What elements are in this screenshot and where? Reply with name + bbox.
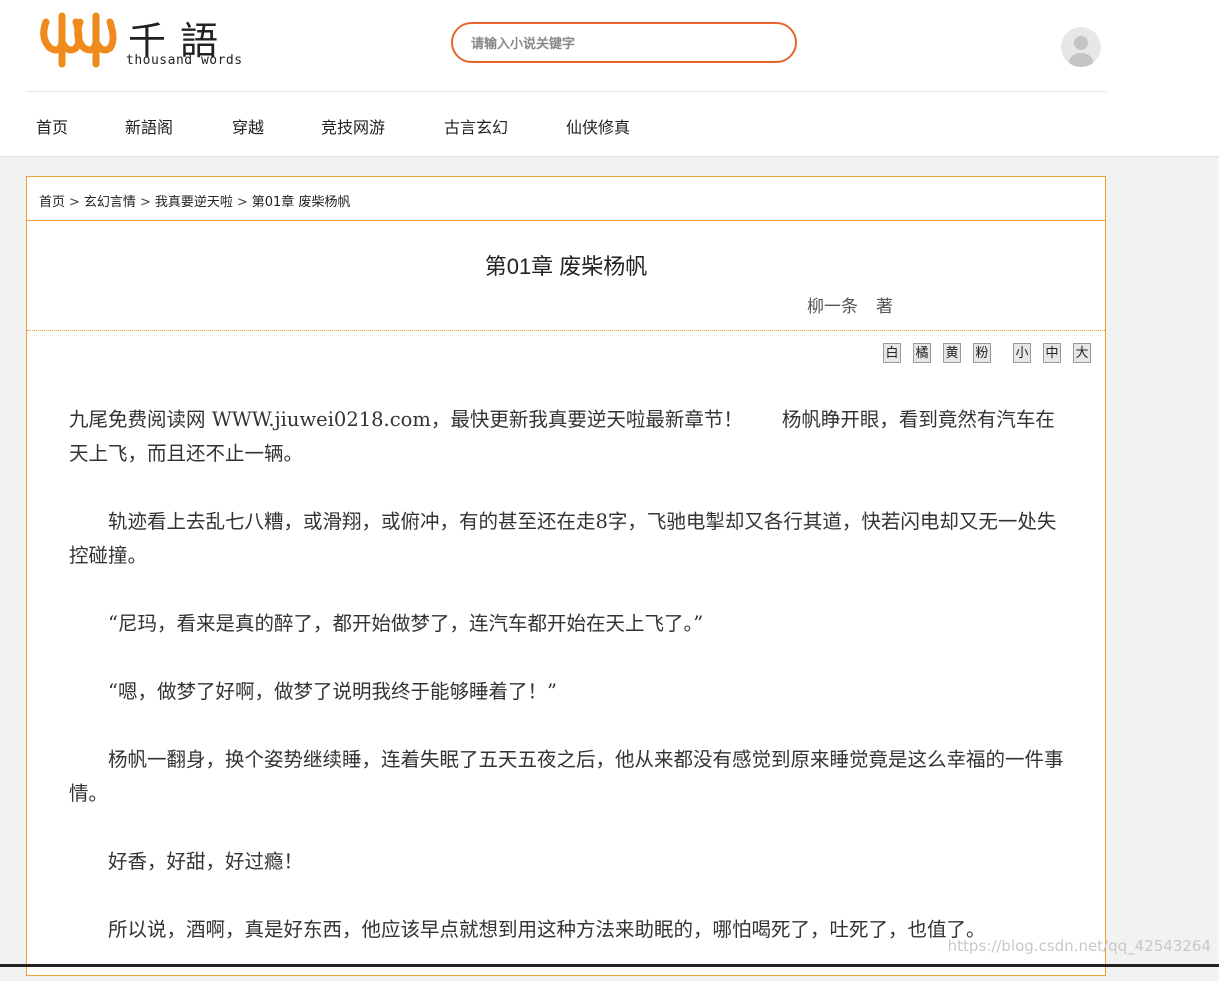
author-name[interactable]: 柳一条 — [807, 297, 858, 317]
nav-item-xianxia[interactable]: 仙侠修真 — [566, 114, 630, 138]
paragraph: “尼玛，看来是真的醉了，都开始做梦了，连汽车都开始在天上飞了。” — [69, 612, 704, 635]
search-input[interactable] — [469, 32, 783, 56]
paragraph: 九尾免费阅读网 WWW.jiuwei0218.com，最快更新我真要逆天啦最新章… — [69, 408, 1055, 465]
paragraph: 轨迹看上去乱七八糟，或滑翔，或俯冲，有的甚至还在走8字，飞驰电掣却又各行其道，快… — [69, 510, 1057, 567]
font-small-button[interactable]: 小 — [1013, 343, 1031, 363]
theme-orange-button[interactable]: 橘 — [913, 343, 931, 363]
nav-item-chuanyue[interactable]: 穿越 — [232, 114, 264, 138]
font-large-button[interactable]: 大 — [1073, 343, 1091, 363]
theme-pink-button[interactable]: 粉 — [973, 343, 991, 363]
nav-item-jingji[interactable]: 竞技网游 — [321, 114, 385, 138]
font-medium-button[interactable]: 中 — [1043, 343, 1061, 363]
breadcrumb-home[interactable]: 首页 — [39, 195, 65, 210]
breadcrumb-separator: > — [69, 195, 80, 210]
breadcrumb-category[interactable]: 玄幻言情 — [84, 195, 136, 210]
main-nav: 首页 新語阁 穿越 竞技网游 古言玄幻 仙侠修真 — [0, 114, 1219, 138]
breadcrumb-current: 第01章 废柴杨帆 — [251, 195, 351, 210]
author-suffix: 著 — [876, 297, 893, 317]
nav-item-xinyuge[interactable]: 新語阁 — [125, 114, 173, 138]
paragraph: 好香，好甜，好过瘾！ — [69, 850, 304, 873]
breadcrumb-separator: > — [236, 195, 248, 210]
title-divider — [27, 330, 1105, 331]
author-line: 柳一条著 — [807, 292, 893, 317]
site-header: 千語 thousand words 首页 新語阁 穿越 竞技网游 古言玄幻 仙侠… — [0, 0, 1219, 157]
user-silhouette-icon — [1069, 36, 1093, 67]
chapter-text: 九尾免费阅读网 WWW.jiuwei0218.com，最快更新我真要逆天啦最新章… — [69, 403, 1065, 981]
paragraph: 杨帆一翻身，换个姿势继续睡，连着失眠了五天五夜之后，他从来都没有感觉到原来睡觉竟… — [69, 748, 1064, 805]
nav-item-home[interactable]: 首页 — [36, 114, 68, 138]
header-divider — [26, 91, 1106, 92]
logo-english-text: thousand words — [126, 53, 243, 68]
search-box — [451, 22, 797, 63]
nav-item-guyan[interactable]: 古言玄幻 — [444, 114, 508, 138]
chapter-title: 第01章 废柴杨帆 — [484, 254, 648, 279]
theme-white-button[interactable]: 白 — [883, 343, 901, 363]
watermark-text: https://blog.csdn.net/qq_42543264 — [947, 937, 1211, 955]
logo-mark-icon — [40, 12, 117, 68]
site-logo[interactable]: 千語 thousand words — [38, 8, 258, 74]
theme-yellow-button[interactable]: 黄 — [943, 343, 961, 363]
reader-panel: 首页 > 玄幻言情 > 我真要逆天啦 > 第01章 废柴杨帆 第01章 废柴杨帆 柳一条著 … — [26, 176, 1106, 976]
breadcrumb-separator: > — [139, 195, 151, 210]
reader-controls: 白 橘 黄 粉 小 中 大 — [883, 343, 1095, 365]
breadcrumb: 首页 > 玄幻言情 > 我真要逆天啦 > 第01章 废柴杨帆 — [27, 177, 1105, 221]
paragraph: 所以说，酒啊，真是好东西，他应该早点就想到用这种方法来助眠的，哪怕喝死了，吐死了… — [69, 918, 986, 941]
breadcrumb-book[interactable]: 我真要逆天啦 — [155, 195, 233, 210]
user-avatar-icon[interactable] — [1061, 27, 1101, 67]
paragraph: “嗯，做梦了好啊，做梦了说明我终于能够睡着了！” — [69, 680, 557, 703]
